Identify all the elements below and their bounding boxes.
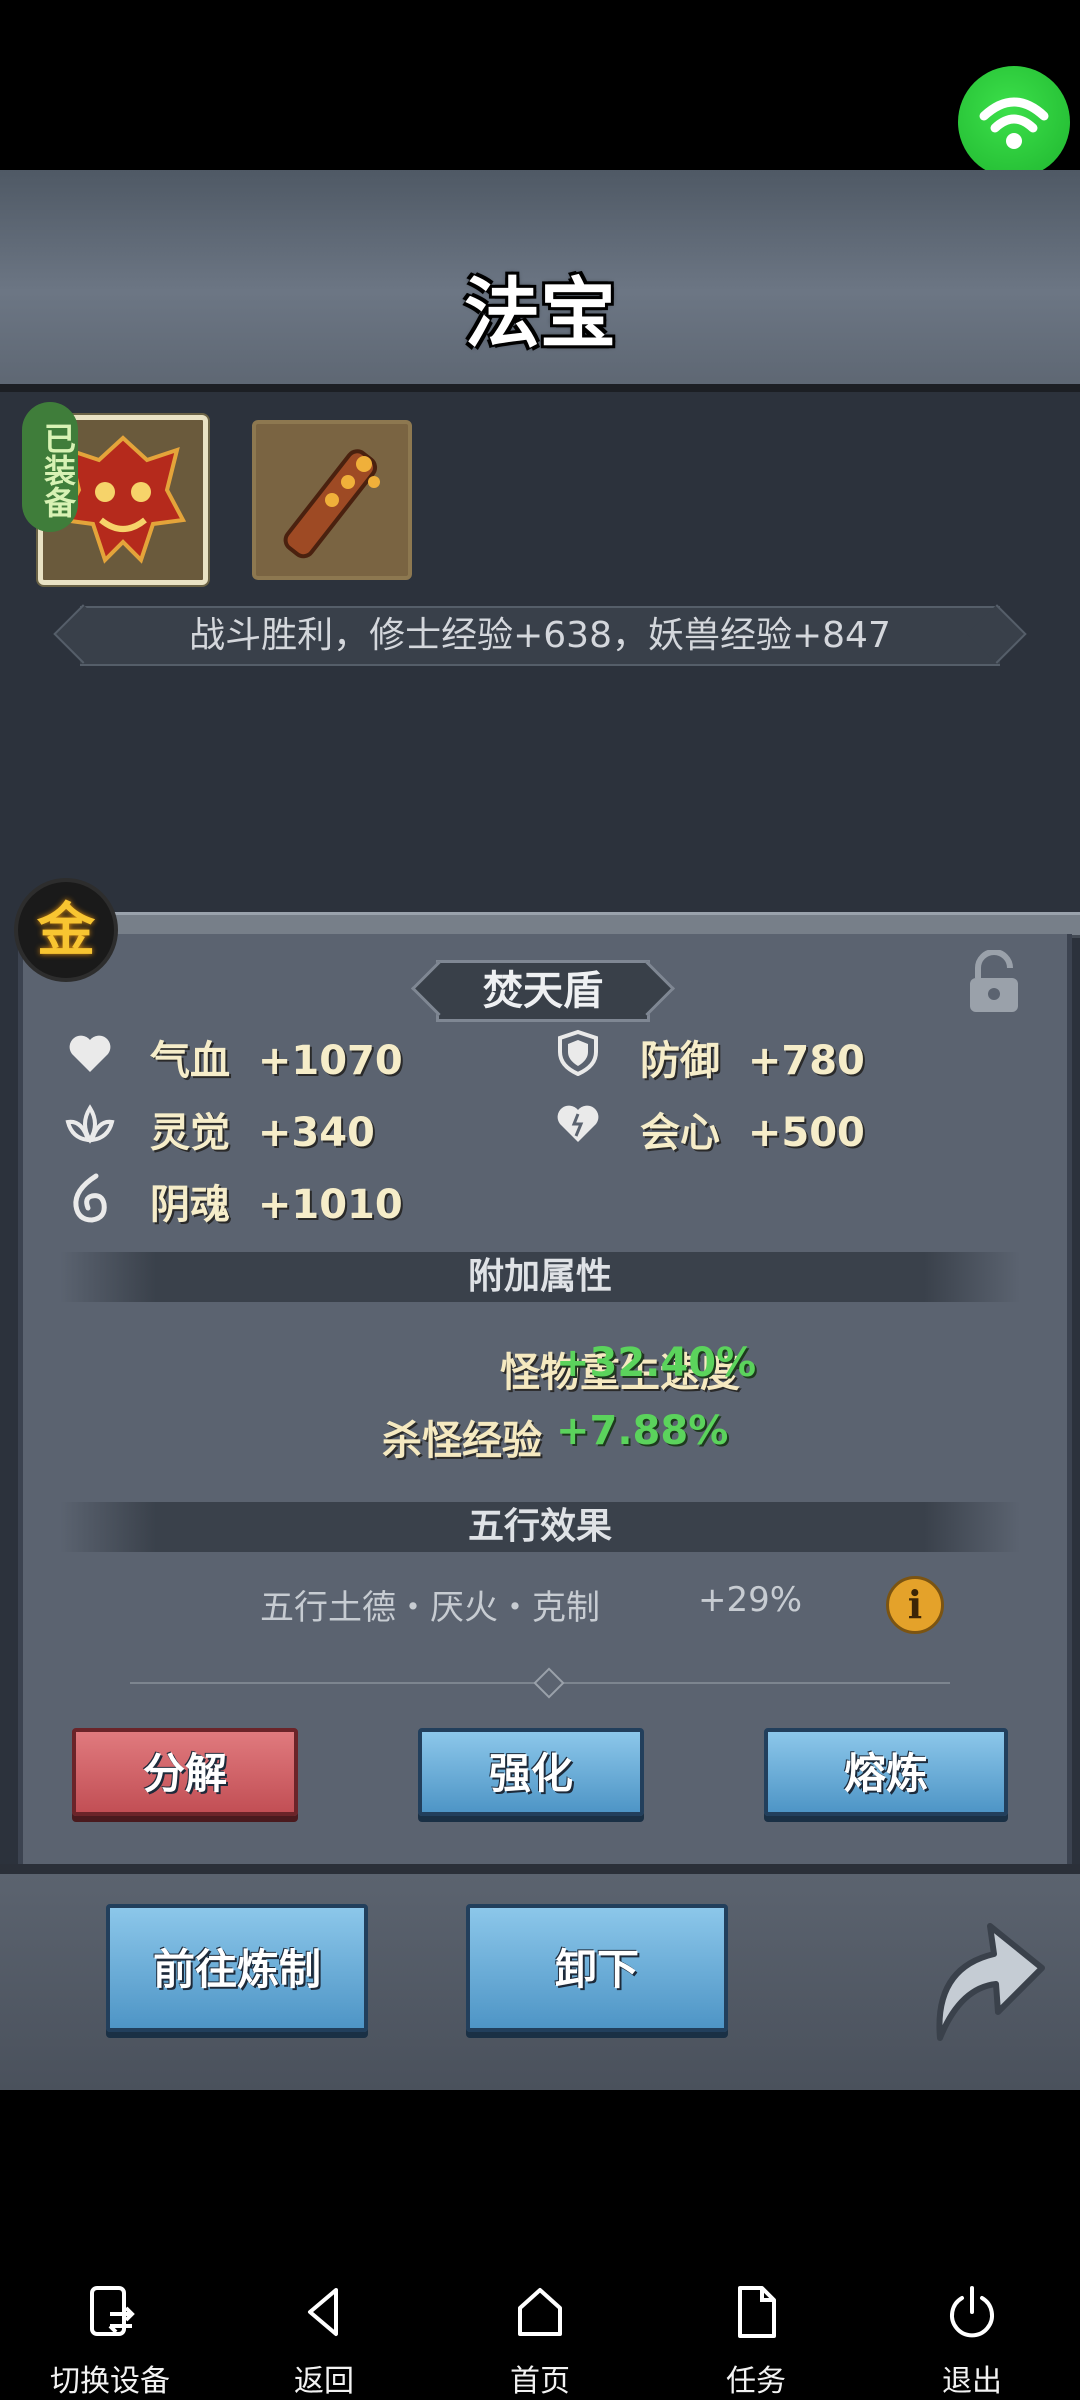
- nav-label: 任务: [726, 2364, 786, 2399]
- equipped-tag: 已装备: [22, 402, 78, 532]
- heart-icon: [66, 1030, 114, 1078]
- back-icon: [308, 2288, 338, 2336]
- stat-value: +500: [747, 1110, 865, 1156]
- extra-attributes-title: 附加属性: [467, 1256, 612, 1297]
- nav-exit[interactable]: 退出: [892, 2284, 1052, 2400]
- lock-button[interactable]: [964, 949, 1024, 1020]
- nav-home[interactable]: 首页: [460, 2284, 620, 2400]
- stat-label: 灵觉: [150, 1110, 230, 1156]
- crit-heart-icon: [554, 1100, 602, 1148]
- stat-defense: 防御 +780: [640, 1028, 865, 1086]
- stat-perception: 灵觉 +340: [150, 1100, 375, 1158]
- enhance-button[interactable]: 强化: [418, 1728, 644, 1816]
- power-icon: [950, 2286, 994, 2338]
- go-refine-button[interactable]: 前往炼制: [106, 1904, 368, 2032]
- smelt-button[interactable]: 熔炼: [764, 1728, 1008, 1816]
- unequip-button[interactable]: 卸下: [466, 1904, 728, 2032]
- wifi-icon: [979, 97, 1049, 149]
- info-icon[interactable]: i: [886, 1576, 944, 1634]
- game-screen: 法宝 已装备 战斗胜利，修士经验+638，妖兽经验+847 金 焚天盾 气血 +…: [0, 170, 1080, 2090]
- share-button[interactable]: [920, 1908, 1050, 2052]
- bonus-respawn-value: +32.40%: [556, 1340, 757, 1386]
- wuxing-effect: 五行土德・厌火・克制: [260, 1588, 600, 1628]
- element-badge-label: 金: [36, 896, 95, 964]
- task-icon: [738, 2286, 776, 2338]
- bonus-label: 杀怪经验: [382, 1418, 542, 1464]
- home-icon: [518, 2288, 562, 2336]
- unlock-icon: [970, 949, 1018, 1012]
- stat-label: 会心: [640, 1110, 720, 1156]
- switch-device-icon: [90, 2286, 135, 2336]
- stat-label: 阴魂: [150, 1182, 230, 1228]
- nav-switch-device[interactable]: 切换设备: [30, 2284, 190, 2400]
- wifi-button[interactable]: [958, 66, 1070, 178]
- wuxing-value: +29%: [698, 1580, 803, 1620]
- bonus-kill-exp: 杀怪经验: [0, 1408, 542, 1466]
- share-arrow-icon: [936, 1923, 1045, 2041]
- stat-crit: 会心 +500: [640, 1100, 865, 1158]
- soul-flame-icon: [66, 1172, 114, 1223]
- stat-value: +1070: [257, 1038, 403, 1084]
- item-slot-club[interactable]: [252, 420, 412, 580]
- shield-icon: [554, 1028, 602, 1077]
- nav-label: 退出: [942, 2364, 1002, 2399]
- lotus-icon: [64, 1100, 115, 1148]
- page-title: 法宝: [464, 269, 616, 358]
- item-name: 焚天盾: [483, 968, 603, 1014]
- nav-label: 返回: [294, 2364, 354, 2399]
- stat-value: +1010: [257, 1182, 403, 1228]
- stat-label: 防御: [640, 1038, 720, 1084]
- nav-task[interactable]: 任务: [676, 2284, 836, 2400]
- wuxing-title: 五行效果: [467, 1506, 612, 1547]
- bonus-kill-exp-value: +7.88%: [556, 1408, 729, 1454]
- stat-value: +780: [747, 1038, 865, 1084]
- stat-soul: 阴魂 +1010: [150, 1172, 403, 1230]
- nav-label: 首页: [510, 2364, 570, 2399]
- nav-back[interactable]: 返回: [244, 2284, 404, 2400]
- spiked-club-icon: [283, 449, 380, 559]
- nav-label: 切换设备: [50, 2364, 170, 2399]
- decompose-button[interactable]: 分解: [72, 1728, 298, 1816]
- stat-hp: 气血 +1070: [150, 1028, 403, 1086]
- stat-label: 气血: [150, 1038, 230, 1084]
- battle-message: 战斗胜利，修士经验+638，妖兽经验+847: [189, 615, 891, 656]
- stat-value: +340: [257, 1110, 375, 1156]
